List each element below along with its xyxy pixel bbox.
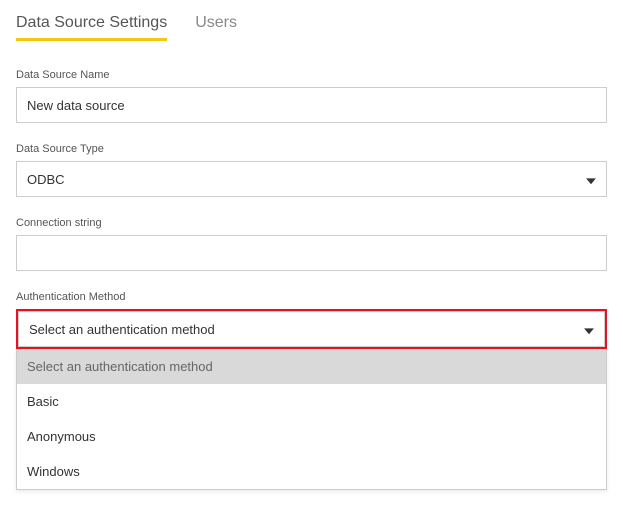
select-authentication-method-value: Select an authentication method — [29, 322, 215, 337]
dropdown-item-windows[interactable]: Windows — [17, 454, 606, 489]
chevron-down-icon — [586, 172, 596, 187]
dropdown-item-anonymous[interactable]: Anonymous — [17, 419, 606, 454]
field-data-source-name: Data Source Name — [16, 69, 607, 123]
label-data-source-type: Data Source Type — [16, 143, 607, 155]
input-connection-string[interactable] — [16, 235, 607, 271]
tab-data-source-settings[interactable]: Data Source Settings — [16, 14, 167, 41]
chevron-down-icon — [584, 322, 594, 337]
field-authentication-method: Authentication Method Select an authenti… — [16, 291, 607, 349]
select-authentication-method[interactable]: Select an authentication method — [18, 311, 605, 347]
select-data-source-type-value: ODBC — [27, 172, 65, 187]
tabs-bar: Data Source Settings Users — [16, 14, 607, 41]
label-data-source-name: Data Source Name — [16, 69, 607, 81]
input-data-source-name[interactable] — [16, 87, 607, 123]
select-data-source-type[interactable]: ODBC — [16, 161, 607, 197]
field-data-source-type: Data Source Type ODBC — [16, 143, 607, 197]
label-authentication-method: Authentication Method — [16, 291, 607, 303]
label-connection-string: Connection string — [16, 217, 607, 229]
field-connection-string: Connection string — [16, 217, 607, 271]
dropdown-item-placeholder[interactable]: Select an authentication method — [17, 349, 606, 384]
tab-users[interactable]: Users — [195, 14, 237, 41]
dropdown-authentication-method: Select an authentication method Basic An… — [16, 349, 607, 490]
dropdown-item-basic[interactable]: Basic — [17, 384, 606, 419]
